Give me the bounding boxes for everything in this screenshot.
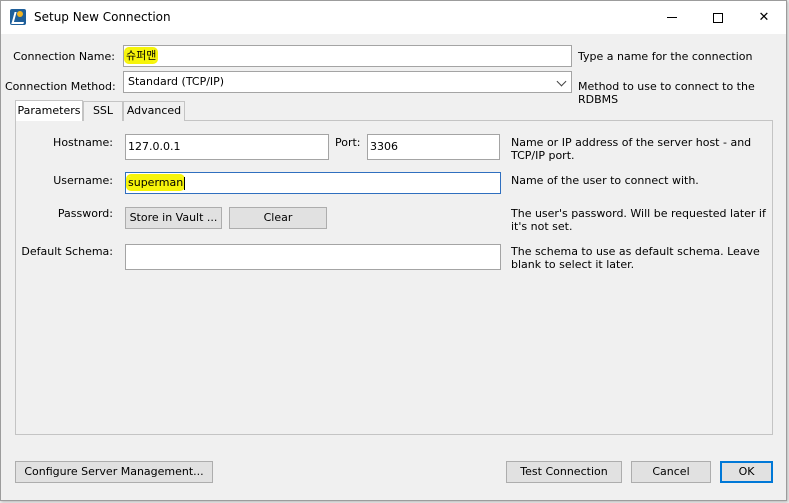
tab-ssl[interactable]: SSL [83,101,123,121]
close-button[interactable]: ✕ [741,1,787,34]
maximize-button[interactable] [695,1,741,34]
minimize-button[interactable] [649,1,695,34]
password-hint: The user's password. Will be requested l… [511,207,766,233]
port-label: Port: [335,136,361,149]
text-caret [184,176,186,190]
hostname-hint: Name or IP address of the server host - … [511,136,752,162]
username-label: Username: [53,174,113,187]
connection-name-label: Connection Name: [13,50,115,63]
maximize-icon [713,12,723,23]
username-input[interactable]: superman [125,172,501,194]
connection-method-hint: Method to use to connect to the RDBMS [578,80,755,106]
default-schema-label: Default Schema: [21,245,113,258]
connection-method-select[interactable]: Standard (TCP/IP) [123,71,572,93]
connection-name-input[interactable]: 슈퍼맨 [123,45,572,67]
configure-server-management-button[interactable]: Configure Server Management... [15,461,213,483]
password-label: Password: [57,207,113,220]
test-connection-button[interactable]: Test Connection [506,461,622,483]
connection-name-hint: Type a name for the connection [578,50,753,63]
connection-name-value: 슈퍼맨 [126,49,157,62]
default-schema-hint: The schema to use as default schema. Lea… [511,245,760,271]
minimize-icon [667,17,677,18]
username-hint: Name of the user to connect with. [511,174,699,187]
port-input[interactable]: 3306 [367,134,500,160]
ok-button[interactable]: OK [720,461,773,483]
default-schema-input[interactable] [125,244,501,270]
mysql-workbench-icon [10,9,26,25]
cancel-button[interactable]: Cancel [631,461,711,483]
chevron-down-icon [556,76,567,87]
connection-method-value: Standard (TCP/IP) [128,75,225,88]
close-icon: ✕ [758,10,770,25]
parameters-panel [15,120,773,435]
setup-connection-dialog: Setup New Connection ✕ Connection Name: … [0,0,787,501]
tab-advanced[interactable]: Advanced [123,101,185,121]
store-in-vault-button[interactable]: Store in Vault ... [125,207,222,229]
hostname-input[interactable]: 127.0.0.1 [125,134,329,160]
hostname-label: Hostname: [53,136,113,149]
connection-method-label: Connection Method: [5,80,116,93]
tab-parameters[interactable]: Parameters [15,100,83,121]
window-title: Setup New Connection [34,10,171,24]
title-bar[interactable]: Setup New Connection ✕ [1,1,786,34]
clear-password-button[interactable]: Clear [229,207,327,229]
username-value: superman [128,176,184,189]
